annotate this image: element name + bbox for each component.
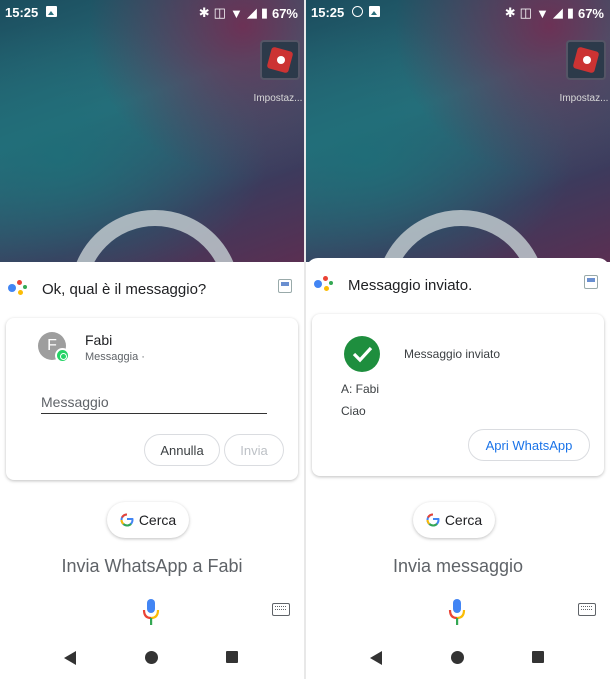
cancel-button[interactable]: Annulla — [144, 434, 220, 466]
settings-app-icon[interactable] — [260, 40, 300, 80]
back-icon[interactable] — [64, 651, 76, 665]
wallpaper: 15:25 ✱ ◫ ▼ ◢ ▮ 67% Impostaz... — [306, 0, 610, 262]
vibrate-icon: ◫ — [213, 5, 226, 20]
right-phone-screen: 15:25 ✱ ◫ ▼ ◢ ▮ 67% Impostaz... Messaggi… — [306, 0, 610, 679]
contact-subtitle: Messaggia · — [85, 351, 145, 363]
bluetooth-icon: ✱ — [504, 5, 516, 20]
checkmark-icon — [344, 336, 380, 372]
settings-app-icon[interactable] — [566, 40, 606, 80]
battery-percent: 67% — [271, 5, 298, 21]
google-g-icon — [120, 513, 134, 527]
wifi-icon: ▼ — [535, 5, 549, 21]
recipient-label: A: Fabi — [341, 382, 380, 396]
open-whatsapp-button[interactable]: Apri WhatsApp — [468, 429, 590, 461]
google-assistant-icon — [6, 278, 28, 298]
bluetooth-icon: ✱ — [198, 5, 210, 20]
left-phone-screen: 15:25 ✱ ◫ ▼ ◢ ▮ 67% Impostaz... Ok, qual… — [0, 0, 304, 679]
home-icon[interactable] — [451, 651, 464, 664]
contact-name: Fabi — [85, 332, 113, 348]
back-icon[interactable] — [370, 651, 382, 665]
assistant-prompt: Messaggio inviato. — [348, 277, 473, 294]
search-label: Cerca — [444, 512, 483, 528]
wifi-icon: ▼ — [229, 5, 243, 21]
image-notification-icon — [46, 6, 57, 17]
status-bar: 15:25 ✱ ◫ ▼ ◢ ▮ 67% — [0, 0, 304, 26]
status-time: 15:25 — [5, 5, 39, 20]
sent-status: Messaggio inviato — [404, 347, 501, 361]
message-input[interactable] — [41, 391, 267, 414]
settings-app-label: Impostaz... — [253, 93, 303, 104]
navigation-bar — [306, 640, 610, 679]
assistant-sheet: Messaggio inviato. Messaggio inviato A: … — [306, 258, 610, 675]
whatsapp-icon — [55, 348, 70, 363]
signal-icon: ◢ — [552, 5, 563, 20]
google-assistant-icon — [312, 274, 334, 294]
vibrate-icon: ◫ — [519, 5, 532, 20]
spoken-query: Invia WhatsApp a Fabi — [61, 556, 243, 576]
search-button[interactable]: Cerca — [107, 502, 189, 538]
battery-percent: 67% — [577, 5, 604, 21]
wallpaper-ring — [376, 210, 546, 262]
status-time: 15:25 — [311, 5, 345, 20]
wallpaper-ring — [70, 210, 240, 262]
keyboard-icon[interactable] — [272, 603, 290, 616]
keyboard-icon[interactable] — [578, 603, 596, 616]
status-bar: 15:25 ✱ ◫ ▼ ◢ ▮ 67% — [306, 0, 610, 26]
navigation-bar — [0, 640, 304, 679]
battery-icon: ▮ — [260, 5, 268, 20]
microphone-icon[interactable] — [447, 598, 467, 626]
assistant-sheet: Ok, qual è il messaggio? F Fabi Messaggi… — [0, 262, 304, 679]
recents-icon[interactable] — [532, 651, 544, 663]
image-notification-icon — [369, 6, 380, 17]
search-button[interactable]: Cerca — [413, 502, 495, 538]
lens-icon[interactable] — [584, 275, 598, 289]
message-sent-card: Messaggio inviato A: Fabi Ciao Apri What… — [312, 314, 604, 476]
google-g-icon — [426, 513, 440, 527]
home-icon[interactable] — [145, 651, 158, 664]
recents-icon[interactable] — [226, 651, 238, 663]
message-body: Ciao — [341, 404, 366, 418]
spoken-query: Invia messaggio — [392, 556, 524, 576]
compose-message-card: F Fabi Messaggia · Annulla Invia — [6, 318, 298, 480]
battery-icon: ▮ — [566, 5, 574, 20]
search-label: Cerca — [138, 512, 177, 528]
whatsapp-notification-icon — [352, 6, 363, 17]
signal-icon: ◢ — [246, 5, 257, 20]
wallpaper: 15:25 ✱ ◫ ▼ ◢ ▮ 67% Impostaz... — [0, 0, 304, 262]
microphone-icon[interactable] — [141, 598, 161, 626]
send-button[interactable]: Invia — [224, 434, 284, 466]
lens-icon[interactable] — [278, 279, 292, 293]
settings-app-label: Impostaz... — [559, 93, 609, 104]
assistant-prompt: Ok, qual è il messaggio? — [42, 281, 207, 298]
